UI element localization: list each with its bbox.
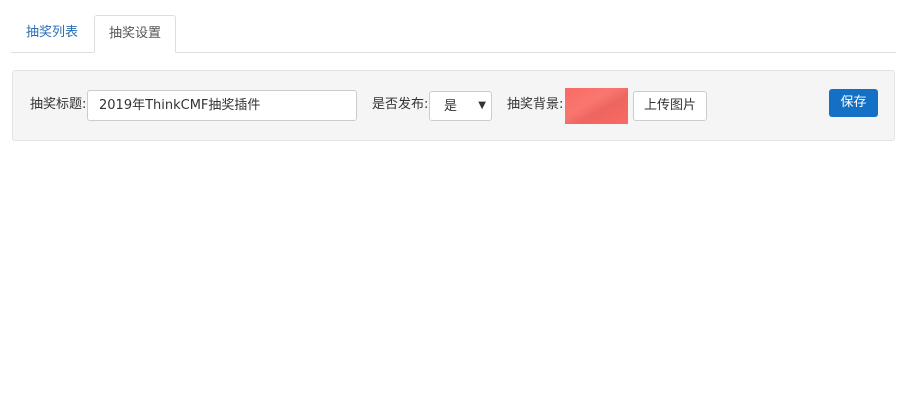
publish-select-value: 是: [444, 99, 458, 114]
background-label: 抽奖背景:: [507, 97, 564, 112]
publish-label: 是否发布:: [372, 97, 429, 112]
tab-lottery-settings[interactable]: 抽奖设置: [94, 15, 177, 53]
title-label: 抽奖标题:: [30, 97, 87, 112]
title-input[interactable]: 2019年ThinkCMF抽奖插件: [87, 90, 357, 121]
settings-form-panel: 抽奖标题: 2019年ThinkCMF抽奖插件 是否发布: 是 ▼ 抽奖背景: …: [12, 70, 895, 141]
upload-image-button[interactable]: 上传图片: [633, 91, 707, 121]
save-button[interactable]: 保存: [829, 89, 878, 117]
chevron-down-icon: ▼: [478, 100, 486, 111]
background-image-preview: [565, 88, 628, 124]
publish-select[interactable]: 是 ▼: [429, 91, 492, 121]
tab-lottery-list[interactable]: 抽奖列表: [12, 15, 92, 52]
tab-bar: 抽奖列表 抽奖设置: [11, 15, 896, 53]
background-image-texture: [565, 88, 628, 124]
